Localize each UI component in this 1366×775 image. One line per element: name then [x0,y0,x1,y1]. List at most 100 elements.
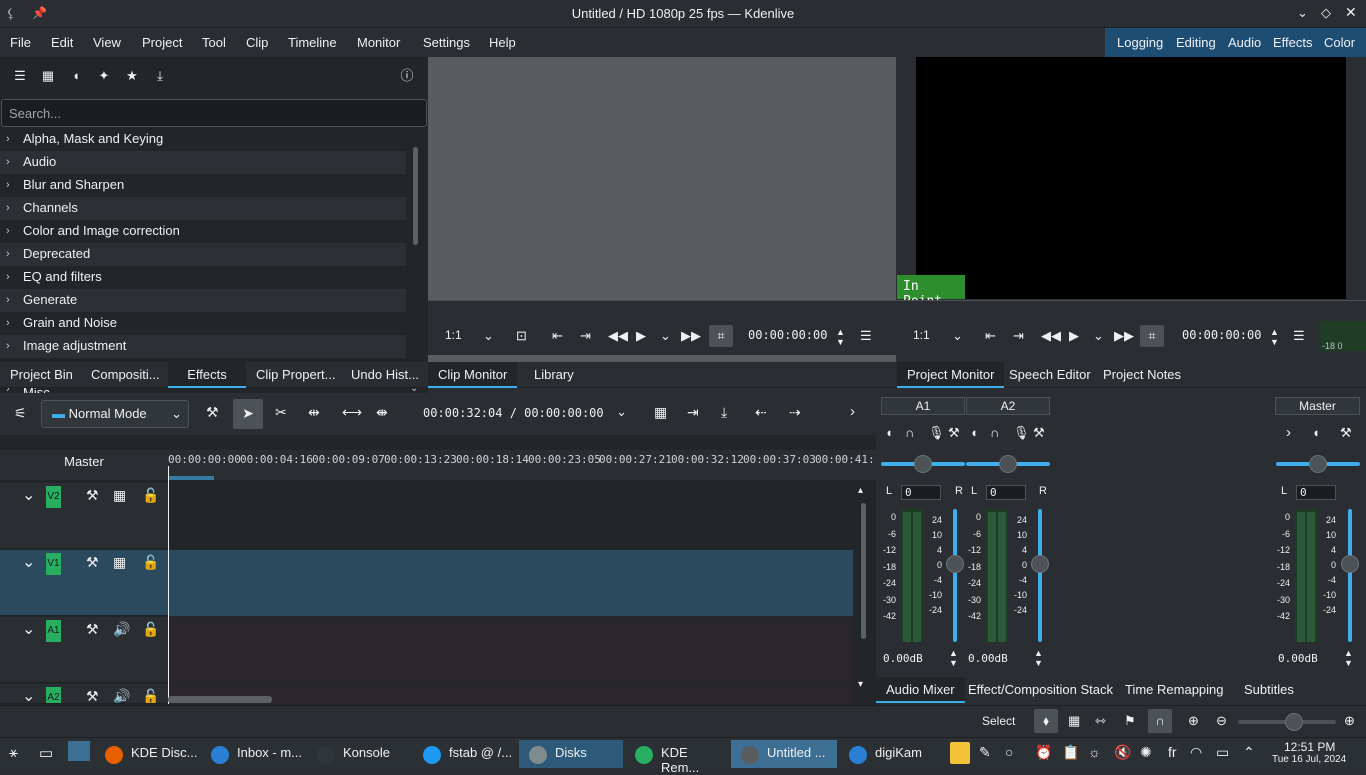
task-item[interactable]: Inbox - m... [201,740,305,768]
brightness-icon[interactable]: ☼ [1088,744,1101,760]
notes-widget-icon[interactable] [950,742,970,764]
tree-item[interactable]: › Alpha, Mask and Keying [0,128,406,151]
db-stepper[interactable]: ▲ ▼ [1034,648,1043,668]
scroll-down-icon[interactable]: ▾ [858,679,863,690]
clock-date[interactable]: Tue 16 Jul, 2024 [1272,754,1346,765]
volume-fader-master[interactable] [1348,509,1352,642]
timeline-ruler[interactable]: 00:00:00:00 00:00:04:16 00:00:09:07 00:0… [168,450,888,480]
menu-timeline[interactable]: Timeline [288,35,337,50]
mute-icon[interactable]: ◖ [970,425,978,440]
volume-fader-a2[interactable] [1038,509,1042,642]
timecode-stepper[interactable]: ▲ ▼ [1270,327,1279,347]
gain-input-a2[interactable]: 0 [986,485,1026,500]
task-item[interactable]: Disks [519,740,623,768]
menu-clip[interactable]: Clip [246,35,268,50]
task-item[interactable]: fstab @ /... [413,740,517,768]
audio-effects-icon[interactable]: ◖ [68,68,84,84]
info-icon[interactable]: ⓘ [399,68,415,84]
layout-audio[interactable]: Audio [1228,35,1261,50]
extract-icon[interactable]: ⇢ [789,404,801,421]
tab-library[interactable]: Library [524,362,584,388]
tree-item[interactable]: › Blur and Sharpen [0,174,406,197]
chevron-down-icon[interactable]: ⌄ [22,552,35,572]
menu-icon[interactable]: ☰ [860,328,872,344]
tree-item[interactable]: › Audio [0,151,406,174]
pen-icon[interactable]: ✎ [979,744,991,761]
tree-item[interactable]: › Deprecated [0,243,406,266]
wifi-icon[interactable]: ◠ [1190,744,1202,761]
tab-effect-stack[interactable]: Effect/Composition Stack [958,677,1123,703]
record-icon[interactable]: 🎙 [928,425,945,441]
headphones-icon[interactable]: ∩ [905,425,914,440]
track-lane-v1[interactable] [168,550,853,616]
effects-wand-icon[interactable]: ⚒ [86,621,99,638]
pan-knob[interactable] [914,455,932,473]
magic-icon[interactable]: ⚒ [206,404,219,421]
db-stepper[interactable]: ▲ ▼ [949,648,958,668]
project-monitor-view[interactable] [916,57,1346,299]
effects-wand-icon[interactable]: ⚒ [86,688,99,703]
gain-input-a1[interactable]: 0 [901,485,941,500]
spacer-tool-icon[interactable]: ⇹ [308,404,320,421]
tab-effects[interactable]: Effects [168,362,246,388]
mute-icon[interactable]: ◖ [1312,425,1320,440]
set-in-icon[interactable]: ⇤ [552,328,563,344]
zoom-out-icon[interactable]: ⊖ [1216,713,1227,729]
pager-icon[interactable] [68,741,90,761]
task-item[interactable]: KDE Rem... [625,740,729,775]
menu-project[interactable]: Project [142,35,182,50]
timeline-position[interactable]: 00:00:32:04 / 00:00:00:00 [423,406,604,420]
tab-audio-mixer[interactable]: Audio Mixer [876,677,965,703]
chevron-down-icon[interactable]: ⌄ [660,328,671,344]
master-track-header[interactable]: Master [0,450,168,480]
menu-icon[interactable]: ☰ [1293,328,1305,344]
tab-project-notes[interactable]: Project Notes [1093,362,1191,388]
speaker-icon[interactable]: 🔊 [113,621,130,638]
film-icon[interactable]: ▦ [113,487,126,504]
forward-icon[interactable]: ▶▶ [1114,328,1134,344]
tab-subtitles[interactable]: Subtitles [1234,677,1304,703]
tab-time-remapping[interactable]: Time Remapping [1115,677,1234,703]
clip-timecode[interactable]: 00:00:00:00 [748,328,827,342]
chevron-up-icon[interactable]: ⌃ [1243,744,1255,761]
razor-tool-icon[interactable]: ✂ [275,404,287,421]
timeline-hscroll-thumb[interactable] [168,696,272,703]
circle-icon[interactable]: ○ [1005,744,1013,760]
set-out-icon[interactable]: ⇥ [580,328,591,344]
project-timecode[interactable]: 00:00:00:00 [1182,328,1261,342]
alarm-icon[interactable]: ⏰ [1035,744,1052,761]
track-header-v1[interactable]: ⌄ V1 ⚒ ▦ 🔓 [0,550,168,616]
select-tool-icon[interactable]: ➤ [233,399,263,429]
project-zoom-select[interactable]: 1:1 [913,328,930,342]
record-icon[interactable]: 🎙 [1013,425,1030,441]
close-button[interactable]: ✕ [1345,4,1357,21]
tab-undo-history[interactable]: Undo Hist... [341,362,429,388]
timeline-vscrollbar[interactable]: ▴ ▾ [855,483,873,697]
db-readout-a2[interactable]: 0.00dB [968,652,1008,665]
db-readout-a1[interactable]: 0.00dB [883,652,923,665]
effects-wand-icon[interactable]: ⚒ [1340,425,1352,441]
track-header-a1[interactable]: ⌄ A1 ⚒ 🔊 🔓 [0,617,168,683]
zone-bar[interactable] [168,476,214,480]
chevron-down-icon[interactable]: ⌄ [1093,328,1104,344]
chevron-down-icon[interactable]: ⌄ [22,686,35,703]
download-icon[interactable]: ⤓ [152,68,168,84]
film-icon[interactable]: ▦ [113,554,126,571]
rewind-icon[interactable]: ◀◀ [1041,328,1061,344]
chevron-right-icon[interactable]: › [850,403,855,420]
track-header-v2[interactable]: ⌄ V2 ⚒ ▦ 🔓 [0,483,168,549]
scrollbar-thumb[interactable] [413,147,418,245]
insert-icon[interactable]: ⇥ [687,404,699,421]
tab-project-bin[interactable]: Project Bin [0,362,83,388]
playhead[interactable] [168,466,169,704]
menu-monitor[interactable]: Monitor [357,35,400,50]
track-lane-v2[interactable] [168,483,853,549]
tab-speech-editor[interactable]: Speech Editor [999,362,1101,388]
video-effects-icon[interactable]: ▦ [40,68,56,84]
menu-tool[interactable]: Tool [202,35,226,50]
volume-fader-a1[interactable] [953,509,957,642]
chevron-down-icon[interactable]: ⌄ [952,328,963,344]
chevron-down-icon[interactable]: ⌄ [22,485,35,505]
tree-item[interactable]: › Grain and Noise [0,312,406,335]
minimize-button[interactable]: ⌄ [1297,5,1308,21]
